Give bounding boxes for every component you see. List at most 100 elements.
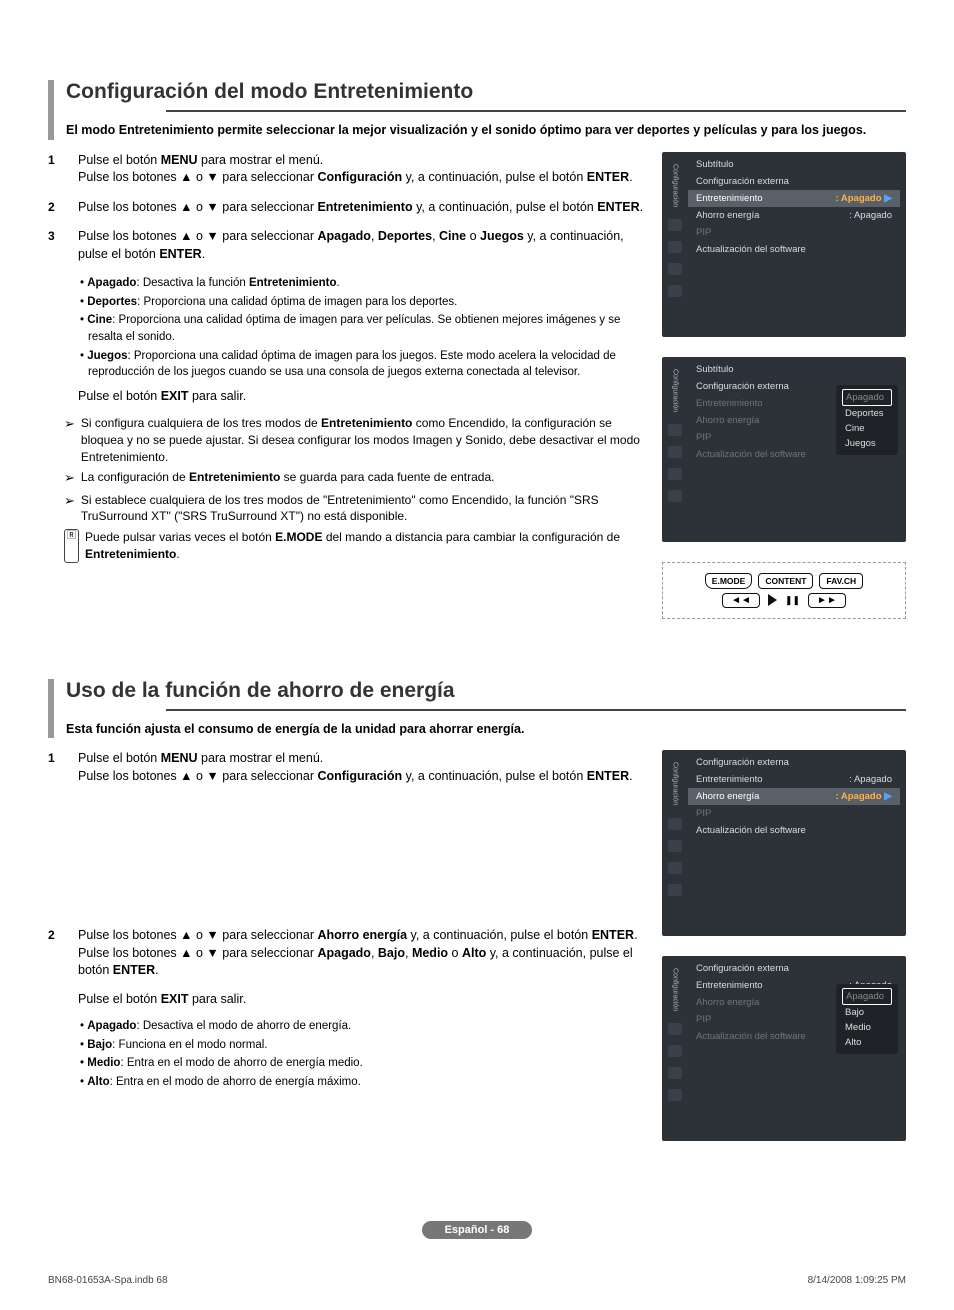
step-text: Pulse el botón MENU para mostrar el menú…	[78, 152, 648, 187]
osd-row-label: Ahorro energía	[696, 791, 759, 802]
osd-panel-config-energy: Configuración Configuración externa Entre…	[662, 750, 906, 935]
osd-side-icon	[668, 424, 682, 436]
remote-btn-emode: E.MODE	[705, 573, 753, 589]
step-text: Pulse los botones ▲ o ▼ para seleccionar…	[78, 927, 648, 980]
osd-row-label: Configuración externa	[696, 176, 789, 187]
osd-row: PIP	[688, 805, 900, 822]
remote-btn-forward: ►►	[808, 593, 846, 608]
osd-body: Configuración externa Entretenimiento: Ap…	[688, 754, 906, 895]
doc-footer: BN68-01653A-Spa.indb 68 8/14/2008 1:09:2…	[48, 1275, 906, 1286]
note-icon: ➢	[64, 492, 75, 526]
section-entertainment-mode: Configuración del modo Entretenimiento E…	[48, 80, 906, 619]
osd-row-label: PIP	[696, 432, 711, 443]
step-num: 2	[48, 199, 62, 217]
section1-bullets: Apagado: Desactiva la función Entretenim…	[80, 275, 648, 381]
note-text: Si configura cualquiera de los tres modo…	[81, 415, 648, 465]
osd-row-label: PIP	[696, 808, 711, 819]
bullet: Deportes: Proporciona una calidad óptima…	[80, 294, 648, 311]
section2-heading-block: Uso de la función de ahorro de energía E…	[48, 679, 906, 739]
osd-side-icon	[668, 263, 682, 275]
osd-popup-option: Deportes	[842, 406, 892, 421]
note-remote: 🅁Puede pulsar varias veces el botón E.MO…	[64, 529, 648, 563]
osd-side-label: Configuración	[672, 367, 679, 414]
section-energy-saving: Uso de la función de ahorro de energía E…	[48, 679, 906, 1161]
osd-popup-option: Cine	[842, 421, 892, 436]
osd-row-label: Configuración externa	[696, 381, 789, 392]
note-text: Si establece cualquiera de los tres modo…	[81, 492, 648, 526]
osd-popup-option: Juegos	[842, 436, 892, 451]
bullet: Apagado: Desactiva el modo de ahorro de …	[80, 1018, 648, 1035]
note-text: Puede pulsar varias veces el botón E.MOD…	[85, 529, 648, 563]
osd-row-label: Configuración externa	[696, 757, 789, 768]
osd-side-icon	[668, 490, 682, 502]
osd-side-icon	[668, 884, 682, 896]
title-rule	[166, 709, 906, 711]
osd-row-label: Actualización del software	[696, 825, 806, 836]
osd-row-label: Actualización del software	[696, 1031, 806, 1042]
note-icon: ➢	[64, 469, 75, 487]
osd-row-label: Actualización del software	[696, 449, 806, 460]
osd-row: Configuración externa	[688, 754, 900, 771]
exit-note: Pulse el botón EXIT para salir.	[78, 389, 648, 403]
osd-sidebar: Configuración	[662, 156, 688, 297]
note: ➢Si establece cualquiera de los tres mod…	[64, 492, 648, 526]
osd-row-label: Subtítulo	[696, 364, 734, 375]
osd-side-icon	[668, 1089, 682, 1101]
bullet: Juegos: Proporciona una calidad óptima d…	[80, 348, 648, 381]
osd-row-label: Entretenimiento	[696, 193, 763, 204]
osd-side-label: Configuración	[672, 966, 679, 1013]
footer-left: BN68-01653A-Spa.indb 68	[48, 1275, 168, 1286]
remote-btn-favch: FAV.CH	[819, 573, 863, 589]
note: ➢La configuración de Entretenimiento se …	[64, 469, 648, 487]
osd-side-icon	[668, 840, 682, 852]
section2-body: 1 Pulse el botón MENU para mostrar el me…	[48, 750, 648, 1160]
osd-row-label: PIP	[696, 1014, 711, 1025]
osd-sidebar: Configuración	[662, 361, 688, 502]
osd-side-icon	[668, 446, 682, 458]
section2-figures: Configuración Configuración externa Entre…	[662, 750, 906, 1160]
arrow-icon: ▶	[882, 193, 892, 204]
osd-popup-option: Medio	[842, 1020, 892, 1035]
osd-row: Configuración externa	[688, 173, 900, 190]
osd-side-icon	[668, 285, 682, 297]
osd-popup-option: Alto	[842, 1035, 892, 1050]
osd-side-icon	[668, 241, 682, 253]
remote-button-icon: 🅁	[64, 529, 79, 563]
osd-side-label: Configuración	[672, 162, 679, 209]
step-1: 1 Pulse el botón MENU para mostrar el me…	[48, 750, 648, 785]
osd-body: SubtítuloConfiguración externaEntretenim…	[688, 156, 906, 297]
osd-panel-config-entertainment: Configuración SubtítuloConfiguración ext…	[662, 152, 906, 337]
remote-diagram: E.MODE CONTENT FAV.CH ◄◄ ❚❚ ►►	[662, 562, 906, 619]
osd-side-label: Configuración	[672, 760, 679, 807]
osd-side-icon	[668, 818, 682, 830]
section2-intro: Esta función ajusta el consumo de energí…	[66, 721, 906, 739]
step-text: Pulse los botones ▲ o ▼ para seleccionar…	[78, 228, 648, 263]
osd-side-icon	[668, 862, 682, 874]
osd-row-label: Ahorro energía	[696, 997, 759, 1008]
section2-bullets: Apagado: Desactiva el modo de ahorro de …	[80, 1018, 648, 1091]
osd-row: Entretenimiento: Apagado	[688, 771, 900, 788]
section1-figures: Configuración SubtítuloConfiguración ext…	[662, 152, 906, 619]
osd-popup-options: ApagadoDeportesCineJuegos	[836, 385, 898, 455]
osd-row-value: : Apagado	[849, 210, 892, 221]
osd-sidebar: Configuración	[662, 960, 688, 1101]
section1-title: Configuración del modo Entretenimiento	[66, 80, 906, 104]
osd-panel-entertainment-options: Configuración Subtítulo Configuración ext…	[662, 357, 906, 542]
osd-side-icon	[668, 1023, 682, 1035]
remote-btn-play-icon	[768, 594, 777, 606]
osd-row-value: : Apagado ▶	[835, 791, 892, 802]
note-icon: ➢	[64, 415, 75, 465]
step-num: 3	[48, 228, 62, 263]
section1-body: 1 Pulse el botón MENU para mostrar el me…	[48, 152, 648, 619]
note: ➢Si configura cualquiera de los tres mod…	[64, 415, 648, 465]
exit-note: Pulse el botón EXIT para salir.	[78, 992, 648, 1006]
bullet: Bajo: Funciona en el modo normal.	[80, 1037, 648, 1054]
osd-row: Ahorro energía : Apagado ▶	[688, 788, 900, 805]
osd-row: Configuración externa	[688, 960, 900, 977]
remote-btn-rewind: ◄◄	[722, 593, 760, 608]
page-badge: Español - 68	[422, 1221, 532, 1239]
osd-row: Entretenimiento: Apagado ▶	[688, 190, 900, 207]
osd-row-label: Entretenimiento	[696, 980, 763, 991]
osd-side-icon	[668, 468, 682, 480]
step-1: 1 Pulse el botón MENU para mostrar el me…	[48, 152, 648, 187]
